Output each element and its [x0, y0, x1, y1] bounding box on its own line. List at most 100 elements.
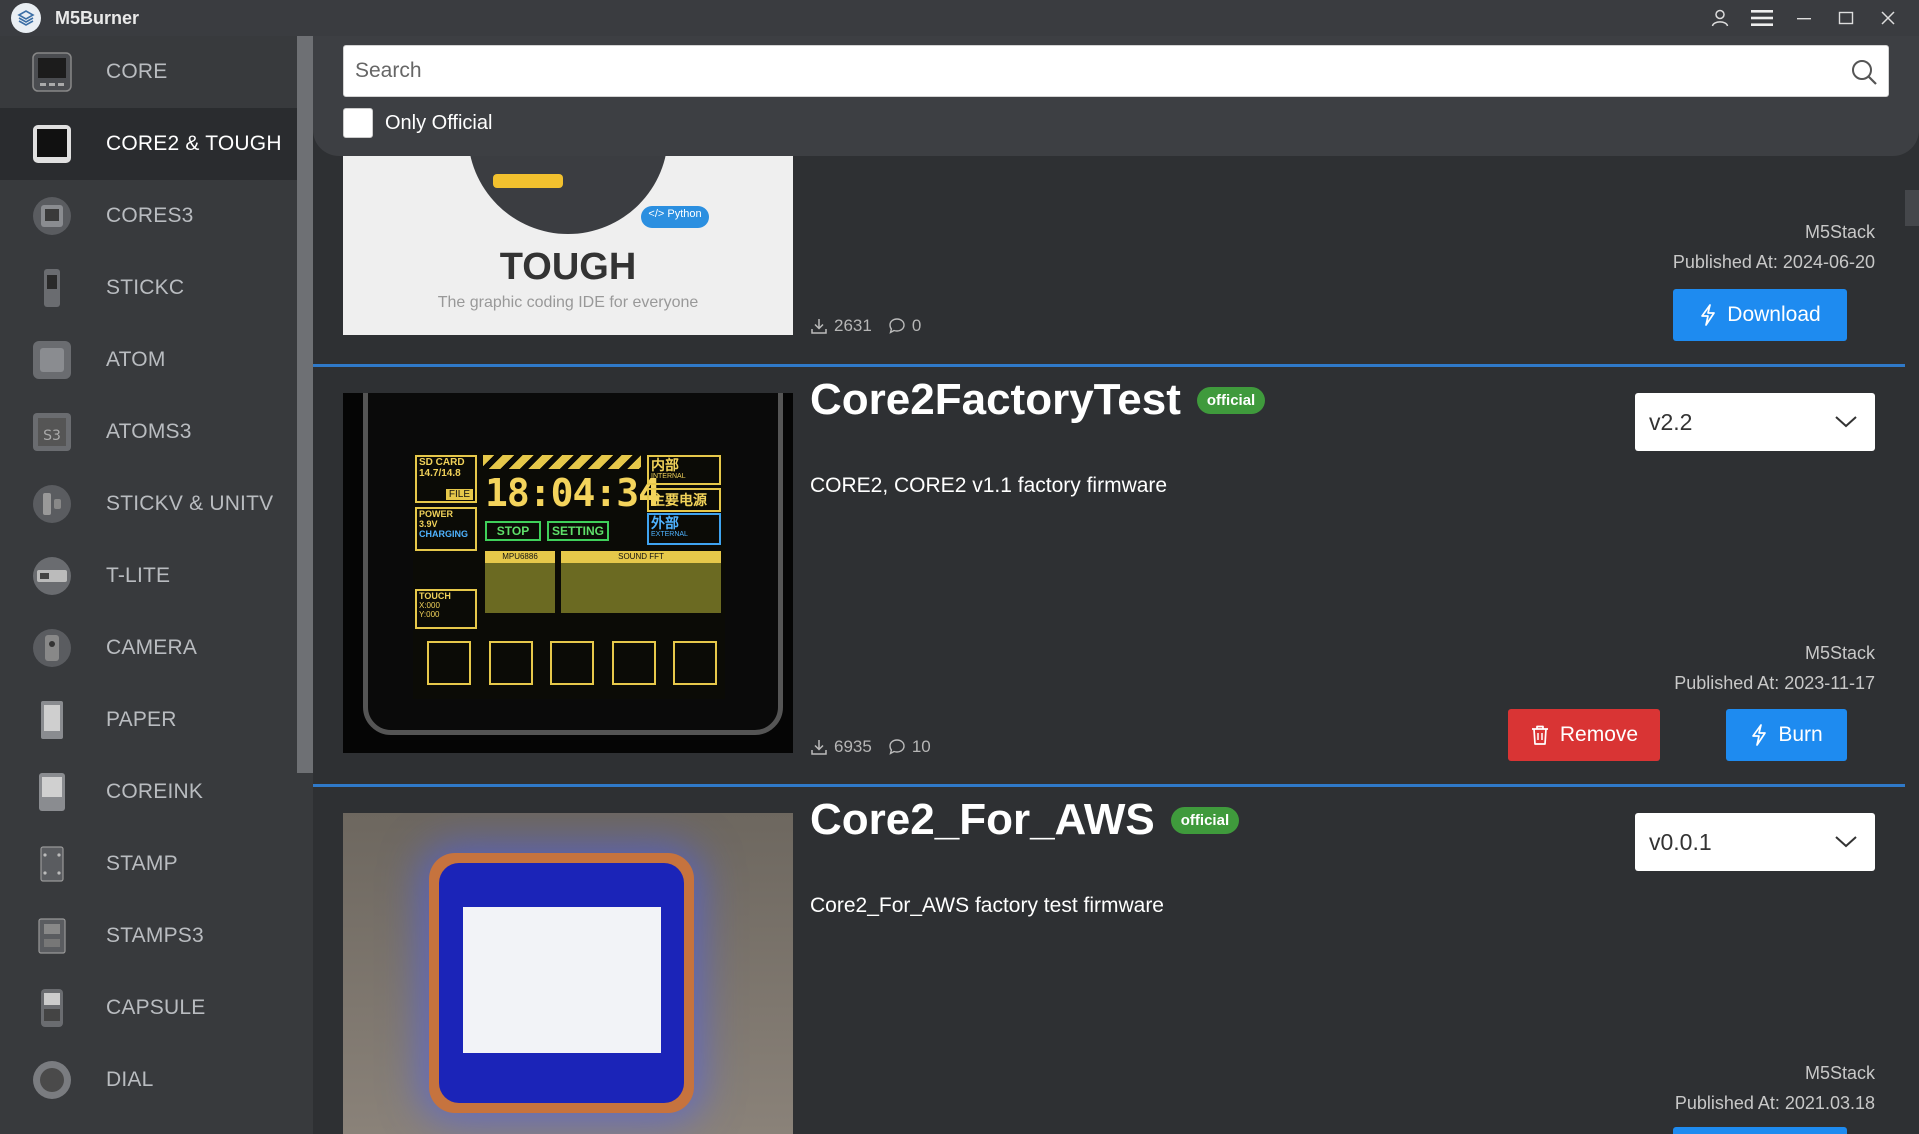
- firmware-author: M5Stack: [1804, 1063, 1875, 1083]
- sidebar-item-coreink[interactable]: COREINK: [0, 756, 313, 828]
- screen-internal-box: 内部 INTERNAL: [647, 455, 721, 485]
- sidebar-item-label: CAMERA: [106, 636, 198, 659]
- bolt-icon: [1701, 304, 1716, 326]
- download-count-icon: [811, 740, 827, 755]
- sidebar-item-capsule[interactable]: CAPSULE: [0, 972, 313, 1044]
- screen-mpu-box: [485, 563, 555, 613]
- version-select[interactable]: v0.0.1: [1635, 813, 1875, 871]
- screen-timer-icon: [550, 641, 594, 685]
- official-badge: official: [1196, 386, 1266, 414]
- main-scrollbar[interactable]: [1905, 190, 1919, 226]
- sidebar-item-label: CORE2 & TOUGH: [106, 132, 282, 155]
- sidebar-item-label: CORE: [106, 60, 168, 83]
- user-icon[interactable]: [1699, 0, 1741, 36]
- maximize-icon[interactable]: [1825, 0, 1867, 36]
- sidebar-item-stamps3[interactable]: STAMPS3: [0, 900, 313, 972]
- app-title: M5Burner: [55, 7, 140, 28]
- capsule-device-icon: [31, 987, 73, 1029]
- sidebar-item-core2-tough[interactable]: CORE2 & TOUGH: [0, 108, 313, 180]
- firmware-published-date: Published At: 2021.03.18: [1674, 1093, 1875, 1113]
- atom-device-icon: [31, 339, 73, 381]
- firmware-card-core2-for-aws: Core2_For_AWS official Core2_For_AWS fac…: [313, 787, 1905, 1134]
- firmware-published-date: Published At: 2023-11-17: [1674, 673, 1875, 693]
- menu-icon[interactable]: [1741, 0, 1783, 36]
- atoms3-device-icon: S3: [31, 411, 73, 453]
- bolt-icon: [1752, 724, 1767, 746]
- firmware-published-date: Published At: 2024-06-20: [1672, 252, 1875, 272]
- thumb-subtitle: The graphic coding IDE for everyone: [437, 294, 699, 311]
- only-official-filter[interactable]: Only Official: [343, 108, 492, 138]
- sidebar-item-stickc[interactable]: STICKC: [0, 252, 313, 324]
- paper-device-icon: [31, 699, 73, 741]
- sidebar-item-label: COREINK: [106, 780, 204, 803]
- tlite-device-icon: [31, 555, 73, 597]
- download-count: 6935: [834, 737, 872, 756]
- screen-sd-box: SD CARD 14.7/14.8 FILE: [415, 455, 477, 503]
- stickc-device-icon: [31, 267, 73, 309]
- screen-app-icons: [427, 641, 717, 687]
- download-count-icon: [811, 319, 827, 334]
- burn-button[interactable]: Burn: [1726, 709, 1847, 761]
- sidebar-item-paper[interactable]: PAPER: [0, 684, 313, 756]
- sidebar-item-atom[interactable]: ATOM: [0, 324, 313, 396]
- sidebar-item-label: ATOM: [106, 348, 166, 371]
- title-bar: M5Burner: [0, 0, 1919, 36]
- screen-hazard-stripe: [483, 455, 641, 469]
- screen-sound-box: [561, 563, 721, 613]
- svg-text:S3: S3: [43, 428, 61, 444]
- chevron-down-icon: [1835, 416, 1857, 428]
- screen-touch-box: TOUCH X:000 Y:000: [415, 589, 477, 629]
- camera-device-icon: [31, 627, 73, 669]
- search-panel: Only Official: [313, 36, 1919, 156]
- close-icon[interactable]: [1867, 0, 1909, 36]
- sidebar-item-label: STAMPS3: [106, 924, 204, 947]
- official-badge: official: [1170, 806, 1240, 834]
- sidebar-item-stickv-unitv[interactable]: STICKV & UNITV: [0, 468, 313, 540]
- sidebar-item-atoms3[interactable]: S3 ATOMS3: [0, 396, 313, 468]
- core2-device-icon: [31, 123, 73, 165]
- sidebar-item-label: T-LITE: [106, 564, 171, 587]
- sidebar-item-core[interactable]: CORE: [0, 36, 313, 108]
- screen-setting-button: SETTING: [547, 521, 609, 541]
- firmware-title: Core2FactoryTest official: [810, 375, 1266, 425]
- search-box: [343, 45, 1889, 97]
- aws-device-screen: [463, 907, 661, 1053]
- stamps3-device-icon: [31, 915, 73, 957]
- search-icon[interactable]: [1850, 58, 1878, 86]
- search-input[interactable]: [344, 46, 1834, 96]
- remove-button[interactable]: Remove: [1508, 709, 1660, 761]
- comment-icon[interactable]: [888, 738, 906, 756]
- device-sidebar: CORE CORE2 & TOUGH CORES3 STICKC ATOM S3…: [0, 36, 313, 1134]
- only-official-label: Only Official: [385, 111, 493, 134]
- trash-icon: [1531, 725, 1548, 745]
- sidebar-item-camera[interactable]: CAMERA: [0, 612, 313, 684]
- firmware-stats: 2631 0: [810, 316, 937, 336]
- screen-external-box: 外部 EXTERNAL: [647, 513, 721, 545]
- comment-icon[interactable]: [888, 317, 906, 335]
- app-logo-icon: [11, 3, 41, 33]
- screen-power-icon: [611, 641, 656, 685]
- sidebar-scrollbar[interactable]: [297, 36, 313, 773]
- sidebar-item-dial[interactable]: DIAL: [0, 1044, 313, 1116]
- screen-power-box: POWER 3.9V CHARGING: [415, 507, 477, 551]
- download-button[interactable]: Download: [1673, 289, 1847, 341]
- sidebar-item-label: PAPER: [106, 708, 177, 731]
- sidebar-item-stamp[interactable]: STAMP: [0, 828, 313, 900]
- sidebar-item-label: ATOMS3: [106, 420, 192, 443]
- firmware-author: M5Stack: [1804, 222, 1875, 242]
- screen-settings-icon: [673, 641, 717, 685]
- firmware-thumbnail: SD CARD 14.7/14.8 FILE 18:04:34 内部 INTER…: [343, 393, 793, 753]
- sidebar-item-label: STAMP: [106, 852, 178, 875]
- sidebar-item-label: STICKC: [106, 276, 185, 299]
- version-select[interactable]: v2.2: [1635, 393, 1875, 451]
- stickv-device-icon: [31, 483, 73, 525]
- only-official-checkbox[interactable]: [343, 108, 373, 138]
- sidebar-item-label: CORES3: [106, 204, 194, 227]
- thumb-tag: </> Python: [648, 208, 702, 220]
- chevron-down-icon: [1835, 836, 1857, 848]
- screen-time: 18:04:34: [485, 471, 661, 515]
- sidebar-item-cores3[interactable]: CORES3: [0, 180, 313, 252]
- download-button[interactable]: [1673, 1127, 1847, 1134]
- sidebar-item-t-lite[interactable]: T-LITE: [0, 540, 313, 612]
- minimize-icon[interactable]: [1783, 0, 1825, 36]
